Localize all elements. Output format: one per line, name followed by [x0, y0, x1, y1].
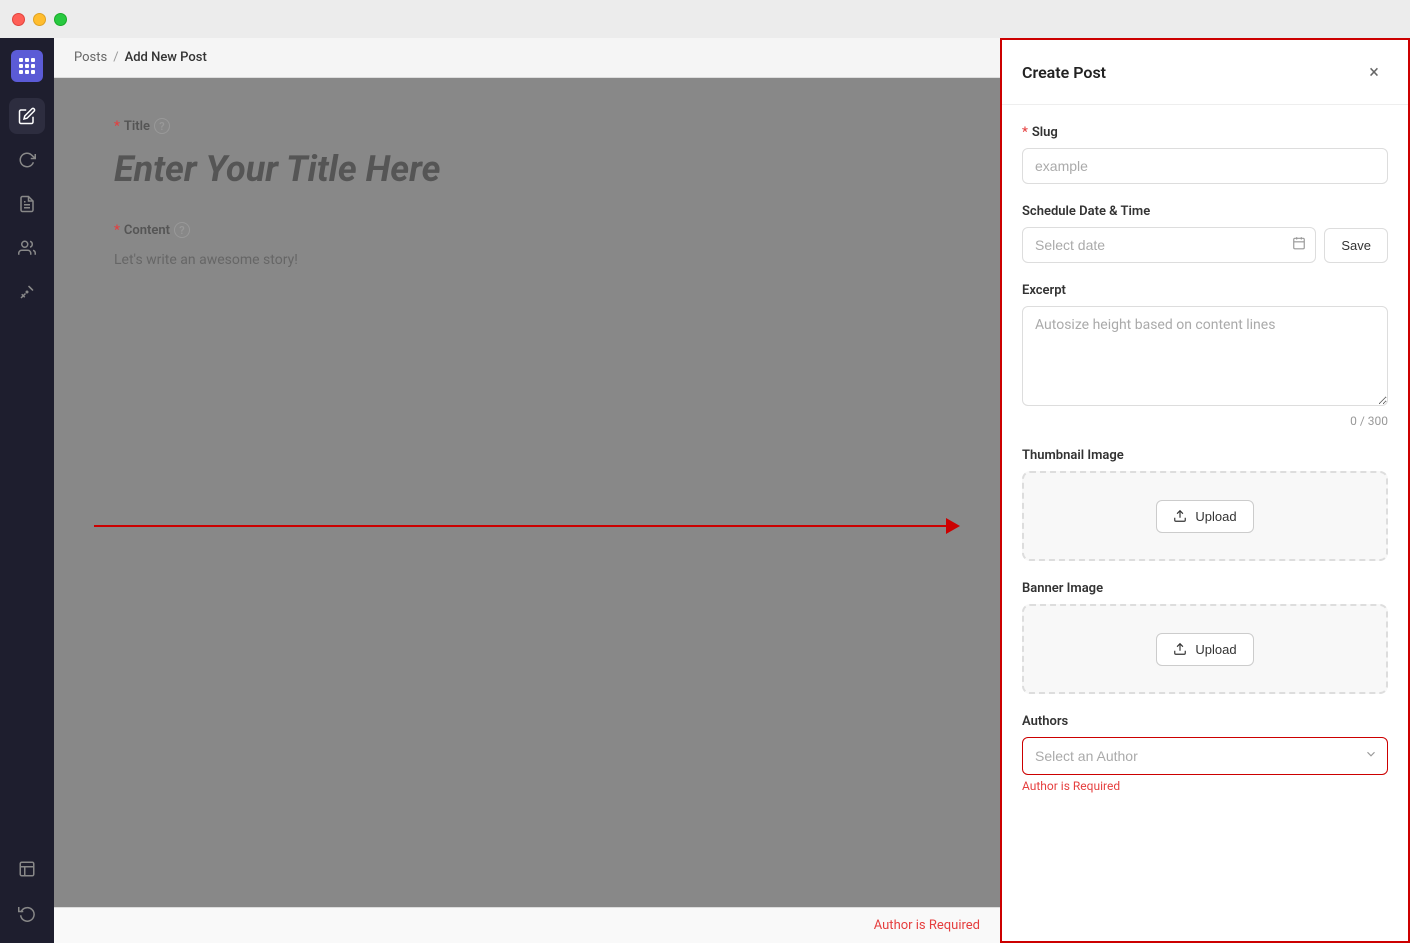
title-required-star: * — [114, 119, 120, 134]
thumbnail-upload-label: Upload — [1195, 509, 1236, 524]
arrow-indicator — [54, 518, 1000, 534]
excerpt-char-count: 0 / 300 — [1022, 414, 1388, 428]
banner-field-group: Banner Image Upload — [1022, 581, 1388, 694]
panel-header: Create Post × — [1002, 40, 1408, 105]
content-placeholder[interactable]: Let's write an awesome story! — [114, 244, 940, 276]
schedule-field-group: Schedule Date & Time S — [1022, 204, 1388, 263]
schedule-label: Schedule Date & Time — [1022, 204, 1388, 219]
author-select-wrapper: Select an Author — [1022, 737, 1388, 775]
content-required-star: * — [114, 223, 120, 238]
content-help-icon[interactable]: ? — [174, 222, 190, 238]
banner-upload-area[interactable]: Upload — [1022, 604, 1388, 694]
arrow-line — [94, 525, 946, 527]
banner-upload-button[interactable]: Upload — [1156, 633, 1253, 666]
author-select[interactable]: Select an Author — [1022, 737, 1388, 775]
slug-field-group: * Slug — [1022, 125, 1388, 184]
content-area: Posts / Add New Post * Title ? Enter You… — [54, 38, 1000, 943]
editor-area: * Title ? Enter Your Title Here * Conten… — [54, 78, 1000, 907]
minimize-button[interactable] — [33, 13, 46, 26]
date-time-wrapper: Save — [1022, 227, 1388, 263]
breadcrumb-parent[interactable]: Posts — [74, 50, 107, 65]
titlebar — [0, 0, 1410, 38]
schedule-save-button[interactable]: Save — [1324, 228, 1388, 263]
author-error-text: Author is Required — [1022, 779, 1388, 793]
right-panel: Create Post × * Slug Schedule Date & Tim… — [1000, 38, 1410, 943]
excerpt-textarea[interactable] — [1022, 306, 1388, 406]
arrow-head — [946, 518, 960, 534]
excerpt-field-group: Excerpt 0 / 300 — [1022, 283, 1388, 428]
editor-bottom-bar: Author is Required — [54, 907, 1000, 943]
date-input[interactable] — [1022, 227, 1316, 263]
thumbnail-field-group: Thumbnail Image Upload — [1022, 448, 1388, 561]
panel-title: Create Post — [1022, 63, 1106, 82]
sidebar-logo[interactable] — [11, 50, 43, 82]
content-label: * Content ? — [114, 222, 940, 238]
excerpt-label: Excerpt — [1022, 283, 1388, 298]
content-section: * Content ? Let's write an awesome story… — [114, 222, 940, 276]
panel-close-button[interactable]: × — [1360, 58, 1388, 86]
breadcrumb: Posts / Add New Post — [54, 38, 1000, 78]
logo-grid — [19, 58, 35, 74]
thumbnail-upload-area[interactable]: Upload — [1022, 471, 1388, 561]
banner-label: Banner Image — [1022, 581, 1388, 596]
sidebar-item-tools[interactable] — [9, 274, 45, 310]
breadcrumb-separator: / — [113, 50, 118, 65]
close-button[interactable] — [12, 13, 25, 26]
slug-required-star: * — [1022, 125, 1028, 140]
sidebar-item-users[interactable] — [9, 230, 45, 266]
sidebar-item-notes[interactable] — [9, 851, 45, 887]
author-required-message: Author is Required — [874, 918, 980, 933]
authors-label: Authors — [1022, 714, 1388, 729]
breadcrumb-current: Add New Post — [125, 50, 207, 65]
authors-field-group: Authors Select an Author Author is Requi… — [1022, 714, 1388, 793]
title-section: * Title ? Enter Your Title Here — [114, 118, 940, 198]
title-help-icon[interactable]: ? — [154, 118, 170, 134]
app-container: Posts / Add New Post * Title ? Enter You… — [0, 38, 1410, 943]
title-label: * Title ? — [114, 118, 940, 134]
sidebar — [0, 38, 54, 943]
sidebar-item-settings[interactable] — [9, 895, 45, 931]
sidebar-item-editor[interactable] — [9, 98, 45, 134]
sidebar-item-refresh[interactable] — [9, 142, 45, 178]
title-placeholder[interactable]: Enter Your Title Here — [114, 140, 940, 198]
maximize-button[interactable] — [54, 13, 67, 26]
panel-body: * Slug Schedule Date & Time — [1002, 105, 1408, 941]
slug-label: * Slug — [1022, 125, 1388, 140]
slug-input[interactable] — [1022, 148, 1388, 184]
thumbnail-upload-button[interactable]: Upload — [1156, 500, 1253, 533]
banner-upload-label: Upload — [1195, 642, 1236, 657]
sidebar-item-documents[interactable] — [9, 186, 45, 222]
date-input-container — [1022, 227, 1316, 263]
thumbnail-label: Thumbnail Image — [1022, 448, 1388, 463]
